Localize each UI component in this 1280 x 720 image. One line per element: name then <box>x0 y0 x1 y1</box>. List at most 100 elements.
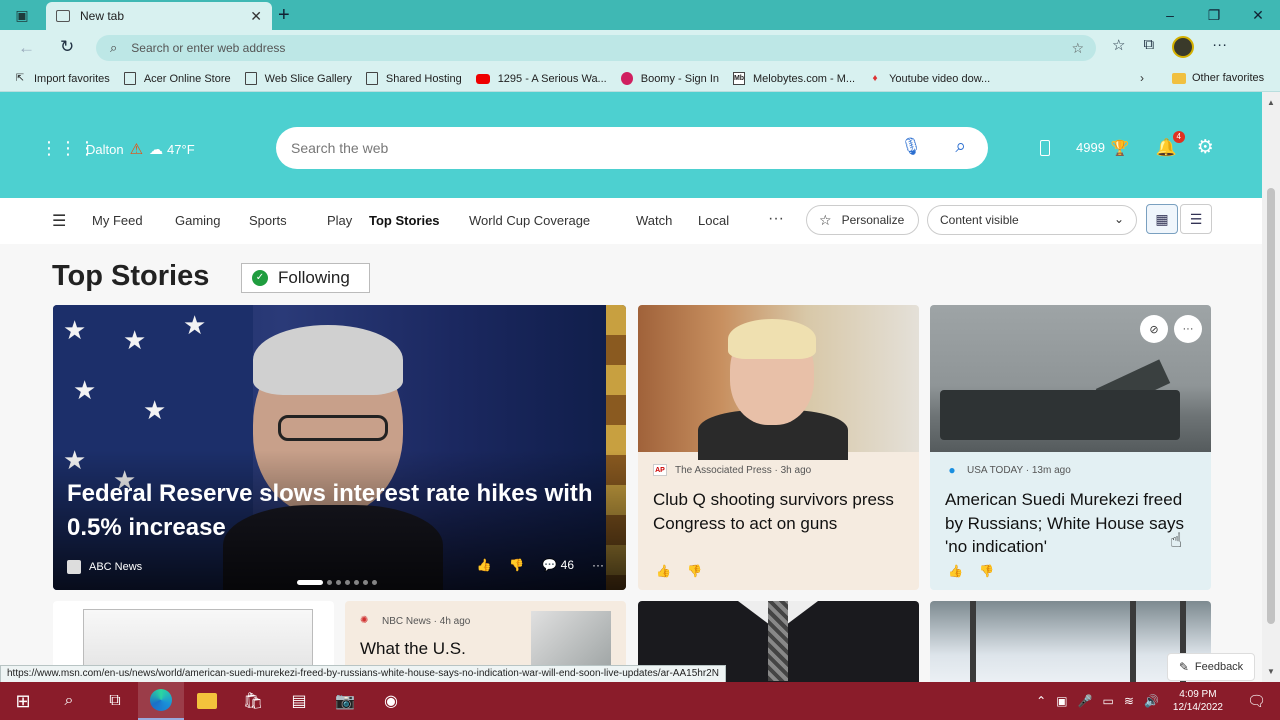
restore-icon[interactable]: ❐ <box>1192 0 1236 30</box>
story-card-usatoday[interactable]: ⊘ ··· ● USA TODAY · 13m ago American Sue… <box>930 305 1211 590</box>
camera-icon[interactable]: 📷 <box>322 682 368 720</box>
hero-headline[interactable]: Federal Reserve slows interest rate hike… <box>67 477 617 545</box>
back-icon[interactable]: ← <box>18 38 35 58</box>
weather-icon: ☁ <box>149 140 164 157</box>
story-image <box>638 305 919 460</box>
tab-local[interactable]: Local <box>698 213 748 228</box>
favorite-boomy[interactable]: Boomy - Sign In <box>620 72 719 85</box>
new-tab-button[interactable]: + <box>278 4 298 27</box>
rewards-points[interactable]: 4999 <box>1076 140 1105 155</box>
app-icon[interactable]: ▤ <box>276 682 322 720</box>
favorite-youtube[interactable]: 1295 - A Serious Wa... <box>475 73 607 85</box>
tab-gaming[interactable]: Gaming <box>175 213 249 228</box>
collections-icon[interactable]: ⧉ <box>1143 36 1154 58</box>
page-scrollbar[interactable]: ▲ ▼ <box>1262 92 1280 682</box>
favorites-overflow-icon[interactable]: › <box>1140 71 1144 85</box>
close-tab-icon[interactable]: ✕ <box>250 8 262 25</box>
comments-button[interactable]: 💬 46 <box>542 558 574 572</box>
following-button[interactable]: ✓ Following <box>241 263 370 293</box>
content-visibility-select[interactable]: Content visible ⌄ <box>927 205 1137 235</box>
tab-my-feed[interactable]: My Feed <box>92 213 175 228</box>
dislike-icon[interactable]: 👎 <box>687 564 702 578</box>
microphone-icon[interactable]: 🎤 <box>1078 694 1093 708</box>
hide-story-icon[interactable]: ⊘ <box>1140 315 1168 343</box>
personalize-button[interactable]: ☆ Personalize <box>806 205 919 235</box>
tab-world-cup[interactable]: World Cup Coverage <box>469 213 636 228</box>
more-options-icon[interactable]: ··· <box>1174 315 1202 343</box>
search-icon[interactable]: ⌕ <box>955 136 966 158</box>
grid-layout-button[interactable]: ▦ <box>1146 204 1178 234</box>
tray-app-icon[interactable]: ▣ <box>1056 694 1067 708</box>
like-icon[interactable]: 👍 <box>476 558 491 572</box>
weather-widget[interactable]: Dalton ⚠ ☁ 47°F <box>86 140 195 159</box>
address-bar[interactable]: ⌕ Search or enter web address ☆ <box>96 35 1096 61</box>
rewards-icon[interactable]: 🏆 <box>1111 139 1130 157</box>
hero-card[interactable]: ★ ★ ★ ★ ★ ★ ★ Federal Reserve slows inte… <box>53 305 626 590</box>
more-tabs-icon[interactable]: ··· <box>768 210 784 228</box>
chevron-down-icon: ⌄ <box>1113 212 1124 226</box>
feedback-button[interactable]: ✎ Feedback <box>1167 653 1255 681</box>
recorder-icon[interactable]: ◉ <box>368 682 414 720</box>
tab-top-stories[interactable]: Top Stories <box>369 213 469 228</box>
scroll-down-icon[interactable]: ▼ <box>1267 667 1275 676</box>
tab-sports[interactable]: Sports <box>249 213 327 228</box>
import-icon: ⇱ <box>15 73 25 84</box>
favorite-youtube-downloader[interactable]: ♦ Youtube video dow... <box>869 72 991 85</box>
status-url: https://www.msn.com/en-us/news/world/ame… <box>0 665 726 683</box>
favorite-web-slice[interactable]: Web Slice Gallery <box>244 72 352 85</box>
gear-icon[interactable]: ⚙ <box>1197 136 1214 159</box>
favorite-import[interactable]: ⇱ Import favorites <box>14 72 110 85</box>
scroll-up-icon[interactable]: ▲ <box>1267 98 1275 107</box>
volume-icon[interactable]: 🔊 <box>1144 694 1159 708</box>
tab-watch[interactable]: Watch <box>636 213 698 228</box>
favorite-acer[interactable]: Acer Online Store <box>123 72 231 85</box>
file-explorer-button[interactable] <box>184 682 230 720</box>
list-layout-button[interactable]: ☰ <box>1180 204 1212 234</box>
task-view-icon[interactable]: ⧉ <box>92 682 138 720</box>
story-title[interactable]: American Suedi Murekezi freed by Russian… <box>945 488 1200 559</box>
web-search-box[interactable]: Search the web 🎙 ⌕ <box>276 127 988 169</box>
menu-icon[interactable]: ☰ <box>52 211 66 231</box>
clock[interactable]: 4:09 PM 12/14/2022 <box>1173 688 1223 714</box>
youtube-icon <box>475 73 490 84</box>
scrollbar-thumb[interactable] <box>1267 188 1275 624</box>
list-icon: ☰ <box>1189 210 1203 227</box>
tab-actions-icon[interactable]: ▣ <box>0 0 44 30</box>
microphone-icon[interactable]: 🎙 <box>900 137 922 157</box>
wifi-icon[interactable]: ≋ <box>1124 694 1134 708</box>
favorite-shared-hosting[interactable]: Shared Hosting <box>365 72 462 85</box>
action-center-icon[interactable]: 🗨 <box>1247 692 1266 710</box>
like-icon[interactable]: 👍 <box>656 564 671 578</box>
dislike-icon[interactable]: 👎 <box>509 558 524 572</box>
minimize-icon[interactable]: – <box>1148 0 1192 30</box>
favorite-melobytes[interactable]: Mb Melobytes.com - M... <box>733 72 855 85</box>
browser-tab[interactable]: New tab ✕ <box>46 2 272 30</box>
store-icon[interactable]: 🛍 <box>230 682 276 720</box>
edge-taskbar-button[interactable] <box>138 682 184 720</box>
search-icon[interactable]: ⌕ <box>46 682 92 720</box>
settings-more-icon[interactable]: ··· <box>1212 36 1227 58</box>
refresh-icon[interactable]: ↻ <box>60 37 74 57</box>
story-title[interactable]: Club Q shooting survivors press Congress… <box>653 488 908 535</box>
carousel-dots[interactable] <box>297 580 377 585</box>
like-icon[interactable]: 👍 <box>948 564 963 578</box>
story-title[interactable]: What the U.S. <box>360 639 466 659</box>
profile-avatar[interactable] <box>1172 36 1195 58</box>
tray-chevron-icon[interactable]: ⌃ <box>1036 694 1046 708</box>
other-favorites[interactable]: Other favorites <box>1172 72 1264 84</box>
story-card-ap[interactable]: AP The Associated Press · 3h ago Club Q … <box>638 305 919 590</box>
system-tray: ⌃ ▣ 🎤 ▭ ≋ 🔊 4:09 PM 12/14/2022 🗨 <box>1026 682 1280 720</box>
notifications-icon[interactable]: 🔔 4 <box>1156 130 1185 158</box>
star-icon: ★ <box>183 310 207 340</box>
windows-start-icon[interactable]: ⊞ <box>0 682 46 720</box>
add-favorite-icon[interactable]: ☆ <box>1071 40 1084 57</box>
dislike-icon[interactable]: 👎 <box>979 564 994 578</box>
favorites-icon[interactable]: ☆ <box>1112 36 1125 58</box>
more-options-icon[interactable]: ··· <box>592 558 604 572</box>
star-icon: ★ <box>73 375 97 405</box>
tab-play[interactable]: Play <box>327 213 369 228</box>
close-window-icon[interactable]: ✕ <box>1236 0 1280 30</box>
battery-icon[interactable]: ▭ <box>1103 694 1114 708</box>
search-icon: ⌕ <box>110 40 118 55</box>
phone-icon[interactable] <box>1040 139 1050 156</box>
